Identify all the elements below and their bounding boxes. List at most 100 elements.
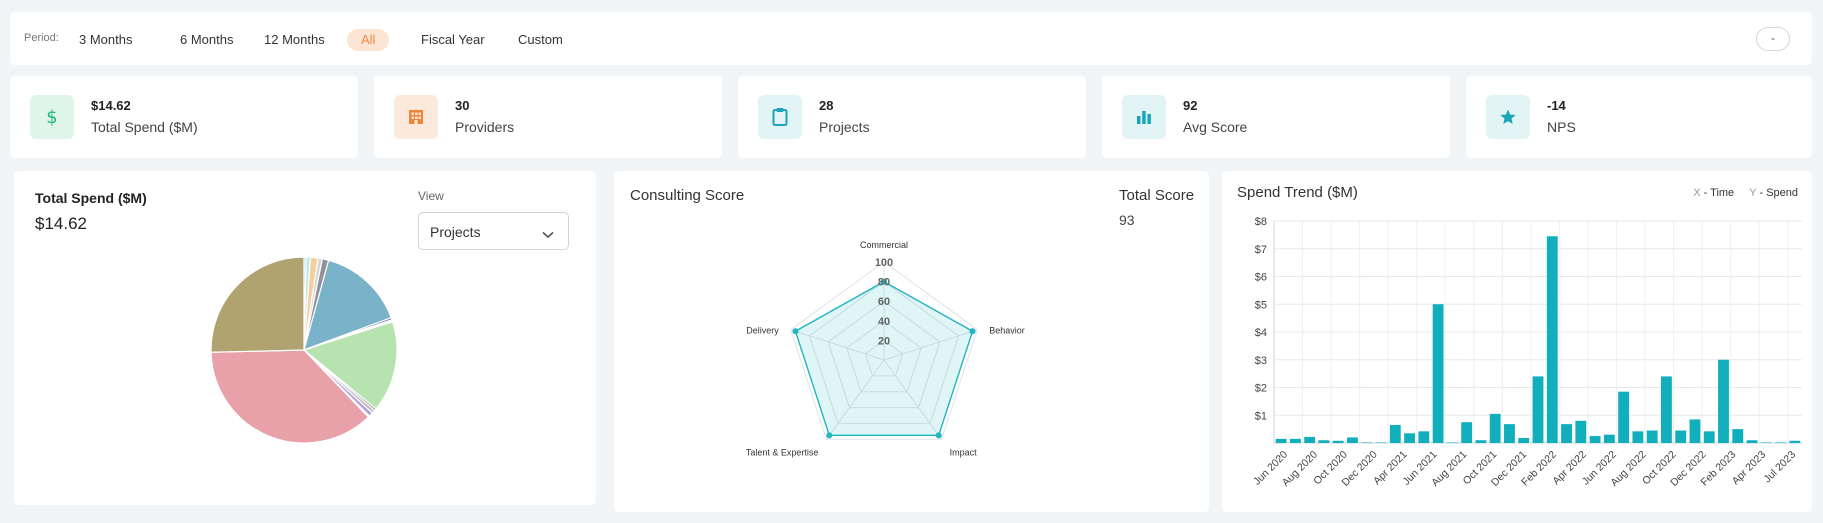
bar <box>1732 429 1744 443</box>
bar <box>1661 376 1672 443</box>
view-select[interactable]: Projects <box>418 212 569 250</box>
stat-label: Total Spend ($M) <box>91 119 198 135</box>
radar-axis-label: Talent & Expertise <box>746 447 819 457</box>
period-option-fiscal-year[interactable]: Fiscal Year <box>410 29 496 51</box>
bar <box>1632 431 1644 443</box>
dollar-icon: $ <box>30 95 74 139</box>
bar <box>1575 420 1587 443</box>
period-option-custom[interactable]: Custom <box>507 29 574 51</box>
bar <box>1703 431 1715 443</box>
radar-axis-label: Delivery <box>746 326 779 336</box>
stat-card-avg-score: 92 Avg Score <box>1102 76 1450 158</box>
pie-card-total: $14.62 <box>35 214 87 233</box>
bar <box>1446 442 1458 443</box>
bar <box>1461 422 1473 443</box>
radar-tick-label: 60 <box>878 296 890 308</box>
total-spend-pie-card: Total Spend ($M) $14.62 View Projects <box>14 171 596 505</box>
pie-card-title: Total Spend ($M) <box>35 190 147 206</box>
view-label: View <box>418 189 444 203</box>
stat-value: -14 <box>1547 98 1566 113</box>
y-tick-label: $8 <box>1255 216 1267 228</box>
bar <box>1375 442 1387 443</box>
y-tick-label: $7 <box>1255 244 1267 256</box>
bar-chart-icon <box>1122 95 1166 139</box>
period-option-all[interactable]: All <box>347 29 390 51</box>
bar <box>1304 436 1316 443</box>
stat-card-projects: 28 Projects <box>738 76 1086 158</box>
bar <box>1404 433 1415 443</box>
stat-card-nps: -14 NPS <box>1466 76 1812 158</box>
y-tick-label: $3 <box>1255 355 1267 367</box>
radar-axis-label: Behavior <box>989 326 1025 336</box>
stat-label: Providers <box>455 119 515 135</box>
bar <box>1775 442 1787 443</box>
period-option-12-months[interactable]: 12 Months <box>253 29 336 51</box>
total-score-value: 93 <box>1119 212 1135 228</box>
clipboard-icon <box>758 95 802 139</box>
radar-point <box>792 328 799 335</box>
stat-label: Avg Score <box>1183 119 1248 135</box>
stat-label: NPS <box>1547 119 1576 135</box>
period-option-3-months[interactable]: 3 Months <box>68 29 143 51</box>
bar <box>1689 419 1701 443</box>
radar-tick-label: 40 <box>878 316 890 328</box>
x-tick-label: Jul 2023 <box>1762 449 1799 486</box>
bar <box>1389 424 1401 443</box>
radar-axis-label: Commercial <box>860 240 908 250</box>
stat-label: Projects <box>819 119 870 135</box>
collapse-button[interactable]: - <box>1756 27 1790 51</box>
bar <box>1789 440 1801 443</box>
bar <box>1332 440 1344 443</box>
view-select-value: Projects <box>430 224 481 240</box>
bar <box>1489 413 1501 443</box>
stat-value: 92 <box>1183 98 1198 113</box>
bar <box>1432 304 1444 443</box>
bar <box>1603 434 1615 443</box>
stat-card-providers: 30 Providers <box>374 76 722 158</box>
radar-tick-label: 80 <box>878 277 890 289</box>
radar-card-title: Consulting Score <box>630 187 745 204</box>
y-tick-label: $2 <box>1255 383 1267 395</box>
star-icon <box>1486 95 1530 139</box>
bar <box>1289 438 1301 443</box>
radar-chart: 20 40 60 80 100 Commercial Behavior Impact Talen… <box>746 240 1025 457</box>
bar <box>1347 437 1358 443</box>
radar-tick-label: 20 <box>878 335 890 347</box>
bar <box>1718 359 1729 443</box>
bar <box>1418 431 1430 443</box>
y-tick-label: $6 <box>1255 272 1267 284</box>
consulting-score-card: Consulting Score Total Score 93 20 40 60 80… <box>614 171 1209 512</box>
period-option-6-months[interactable]: 6 Months <box>169 29 244 51</box>
bar <box>1746 440 1758 443</box>
bar <box>1561 424 1572 443</box>
radar-point <box>969 328 976 335</box>
period-label: Period: <box>24 32 59 44</box>
bar <box>1504 424 1515 443</box>
bar <box>1675 430 1687 443</box>
bar <box>1275 438 1287 443</box>
bar <box>1760 442 1772 443</box>
radar-tick-label: 100 <box>875 257 893 269</box>
stat-value: 28 <box>819 98 834 113</box>
pie-slice <box>210 256 305 353</box>
svg-text:$: $ <box>46 107 57 127</box>
bar <box>1518 438 1530 443</box>
bar <box>1532 376 1544 443</box>
stat-value: $14.62 <box>91 98 131 113</box>
bar <box>1618 391 1630 443</box>
radar-axis-label: Impact <box>950 447 978 457</box>
y-tick-label: $1 <box>1255 410 1267 422</box>
period-filter-bar: Period: 3 Months 6 Months 12 Months All … <box>10 12 1812 65</box>
total-score-label: Total Score <box>1119 187 1195 204</box>
y-tick-label: $4 <box>1255 327 1267 339</box>
chevron-down-icon <box>542 226 554 242</box>
bar <box>1361 442 1373 443</box>
bar <box>1546 236 1558 443</box>
radar-point <box>935 432 942 439</box>
building-icon <box>394 95 438 139</box>
stat-value: 30 <box>455 98 470 113</box>
bar-chart: $1$2$3$4$5$6$7$8Jun 2020Aug 2020Oct 2020… <box>1251 216 1802 489</box>
bar <box>1646 430 1658 443</box>
spend-trend-card: Spend Trend ($M) X - Time Y - Spend $1 $2… <box>1222 171 1812 512</box>
bar <box>1318 440 1330 443</box>
